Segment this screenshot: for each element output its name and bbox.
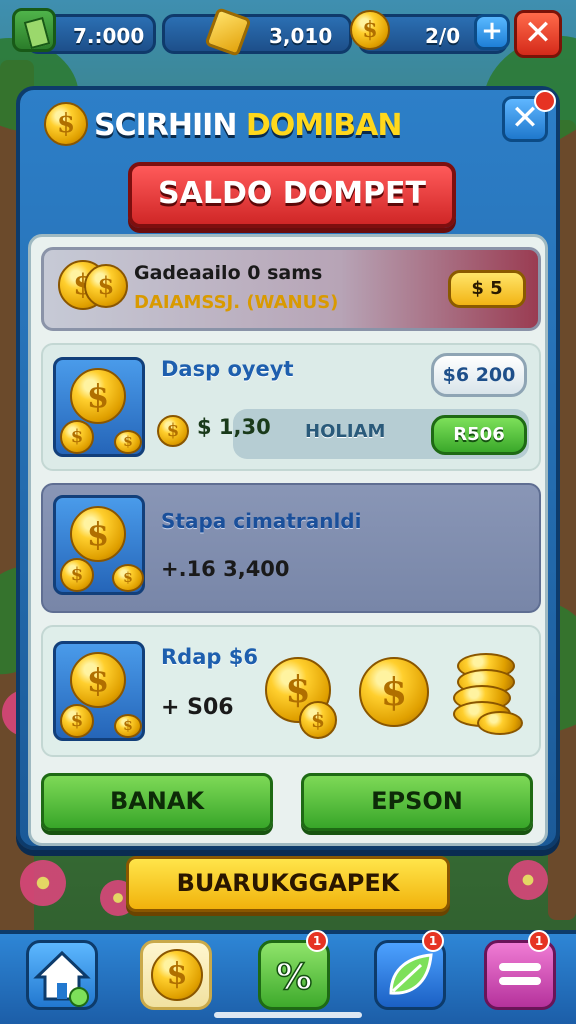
coin-stack-icon — [451, 649, 523, 741]
panel-close-badge — [534, 90, 556, 112]
coin-icon: $ — [70, 368, 126, 424]
cash-value: 7.:000 — [73, 24, 145, 48]
panel-title-part2: DOMIBAN — [245, 108, 403, 143]
nav-wallet-button[interactable]: $ — [140, 940, 212, 1010]
cash-icon — [12, 8, 56, 52]
coin-pile-thumbnail: $ $ $ — [53, 641, 145, 741]
bottom-navigation: $ % 1 1 1 — [0, 930, 576, 1024]
large-coin-icon: $ — [359, 657, 429, 727]
wallet-panel: $ SCIRHIIN DOMIBAN ✕ SALDO DOMPET $ $ Ga… — [16, 86, 560, 850]
main-action-button[interactable]: BUARUKGGAPEK — [126, 856, 450, 912]
gold-value: 3,010 — [269, 24, 333, 48]
close-game-button[interactable]: ✕ — [514, 10, 562, 58]
item-action-button[interactable]: R506 — [431, 415, 527, 455]
discount-badge: 1 — [306, 930, 328, 952]
item-title: Stapa cimatranldi — [161, 509, 362, 533]
item-title: Rdap $6 — [161, 645, 258, 669]
panel-title-part1: SCIRHIIN — [94, 108, 246, 143]
summary-line-1: Gadeaailo 0 sams — [134, 262, 323, 284]
wallet-balance-ribbon: SALDO DOMPET — [128, 162, 456, 228]
coin-layer — [477, 711, 523, 735]
coin-value: 2/0 — [425, 24, 461, 48]
summary-pill[interactable]: $ 5 — [448, 270, 526, 308]
summary-line-2: DAIAMSSJ. (WANUS) — [134, 292, 339, 313]
gold-counter: 3,010 — [162, 14, 352, 54]
title-coin-icon: $ — [44, 102, 88, 146]
percent-icon: % — [275, 956, 313, 999]
coin-icon: $ — [70, 506, 126, 562]
coin-icon: $ — [114, 430, 142, 454]
coin-icon: $ — [112, 564, 144, 592]
home-icon — [33, 950, 91, 1007]
panel-header: $ SCIRHIIN DOMIBAN — [32, 98, 542, 154]
item-amount: +.16 3,400 — [161, 557, 290, 581]
svg-text:%: % — [276, 957, 312, 998]
item-price[interactable]: $6 200 — [431, 353, 527, 397]
coin-icon: $ — [60, 704, 94, 738]
coin-pile-thumbnail: $ $ $ — [53, 357, 145, 457]
panel-title: SCIRHIIN DOMIBAN — [94, 108, 402, 143]
wallet-item-card-selected[interactable]: $ $ $ Stapa cimatranldi +.16 3,400 — [41, 483, 541, 613]
item-amount: + S06 — [161, 695, 234, 720]
banak-button[interactable]: BANAK — [41, 773, 273, 831]
coin-icon: $ — [70, 652, 126, 708]
coin-icon: $ — [299, 701, 337, 739]
nav-menu-button[interactable] — [484, 940, 556, 1010]
leaf-icon — [389, 953, 433, 995]
add-currency-button[interactable]: + — [474, 14, 510, 50]
coin-icon: $ — [60, 558, 94, 592]
balance-summary-card: $ $ Gadeaailo 0 sams DAIAMSSJ. (WANUS) $… — [41, 247, 541, 331]
coin-icon: $ — [114, 714, 142, 738]
item-amount: $ 1,30 — [197, 415, 271, 439]
epson-button[interactable]: EPSON — [301, 773, 533, 831]
menu-badge: 1 — [528, 930, 550, 952]
coin-icon: $ — [60, 420, 94, 454]
item-title: Dasp oyeyt — [161, 357, 294, 381]
wallet-item-card[interactable]: $ $ $ Rdap $6 + S06 $ $ $ — [41, 625, 541, 757]
coin-stack-icon: $ — [350, 10, 390, 50]
nav-home-button[interactable] — [26, 940, 98, 1010]
wallet-content: $ $ Gadeaailo 0 sams DAIAMSSJ. (WANUS) $… — [28, 234, 548, 846]
coin-pile-thumbnail: $ $ $ — [53, 495, 145, 595]
coin-icon: $ — [157, 415, 189, 447]
home-indicator[interactable] — [214, 1012, 362, 1018]
menu-icon — [499, 963, 541, 985]
nature-badge: 1 — [422, 930, 444, 952]
wallet-item-card[interactable]: $ $ $ Dasp oyeyt $6 200 $ $ 1,30 HOLIAM … — [41, 343, 541, 471]
resource-bar: 7.:000 3,010 2/0 $ + ✕ — [12, 7, 564, 58]
item-strip-text: HOLIAM — [305, 421, 386, 442]
coin-icon: $ — [151, 949, 203, 1001]
coin-icon: $ — [84, 264, 128, 308]
